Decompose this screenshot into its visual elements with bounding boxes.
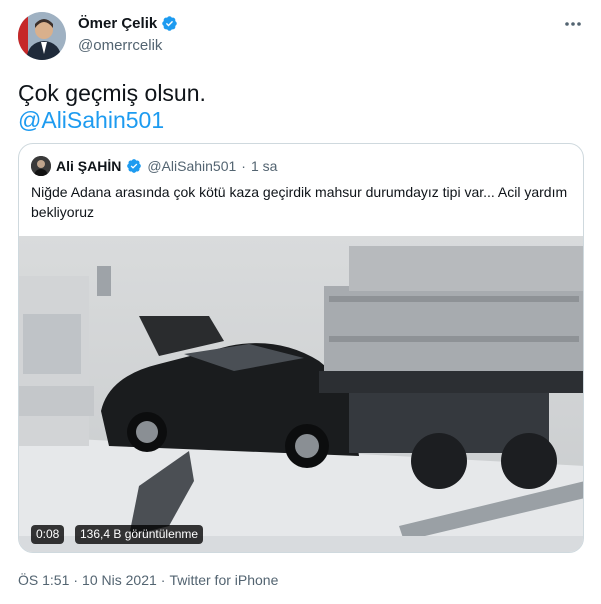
author-handle[interactable]: @omerrcelik [78, 37, 162, 54]
separator-dot: · [73, 572, 79, 588]
video-duration-badge: 0:08 [31, 525, 65, 544]
tweet-time[interactable]: ÖS 1:51 [18, 572, 69, 588]
tweet: Ömer Çelik @omerrcelik Çok geçmiş olsun.… [0, 0, 601, 604]
separator-dot: · [160, 572, 166, 588]
author-avatar[interactable] [18, 12, 66, 60]
tweet-source[interactable]: Twitter for iPhone [169, 572, 278, 588]
tweet-text: Çok geçmiş olsun. [18, 80, 206, 106]
verified-badge-icon [162, 16, 177, 31]
tweet-metadata: ÖS 1:51 · 10 Nis 2021 · Twitter for iPho… [18, 572, 278, 588]
quoted-tweet-time[interactable]: 1 sa [251, 158, 277, 174]
tweet-mention-link[interactable]: @AliSahin501 [18, 106, 164, 134]
quoted-tweet-header: Ali ŞAHİN @AliSahin501 · 1 sa [31, 156, 277, 176]
separator-dot: · [241, 158, 246, 174]
quoted-author-handle[interactable]: @AliSahin501 [147, 158, 236, 174]
author-name[interactable]: Ömer Çelik [78, 15, 157, 32]
verified-badge-icon [127, 159, 142, 173]
quoted-tweet-text: Niğde Adana arasında çok kötü kaza geçir… [31, 184, 568, 220]
video-player[interactable]: 0:08 136,4 B görüntülenme [19, 236, 583, 552]
video-frame-image [19, 236, 583, 552]
quoted-author-name[interactable]: Ali ŞAHİN [56, 158, 121, 174]
more-horizontal-icon[interactable] [563, 14, 583, 34]
author-name-row: Ömer Çelik [78, 15, 178, 32]
tweet-date[interactable]: 10 Nis 2021 [82, 572, 157, 588]
quoted-tweet[interactable]: Ali ŞAHİN @AliSahin501 · 1 sa Niğde Adan… [18, 143, 584, 553]
video-views-badge: 136,4 B görüntülenme [75, 525, 204, 544]
quoted-author-avatar[interactable] [31, 156, 51, 176]
